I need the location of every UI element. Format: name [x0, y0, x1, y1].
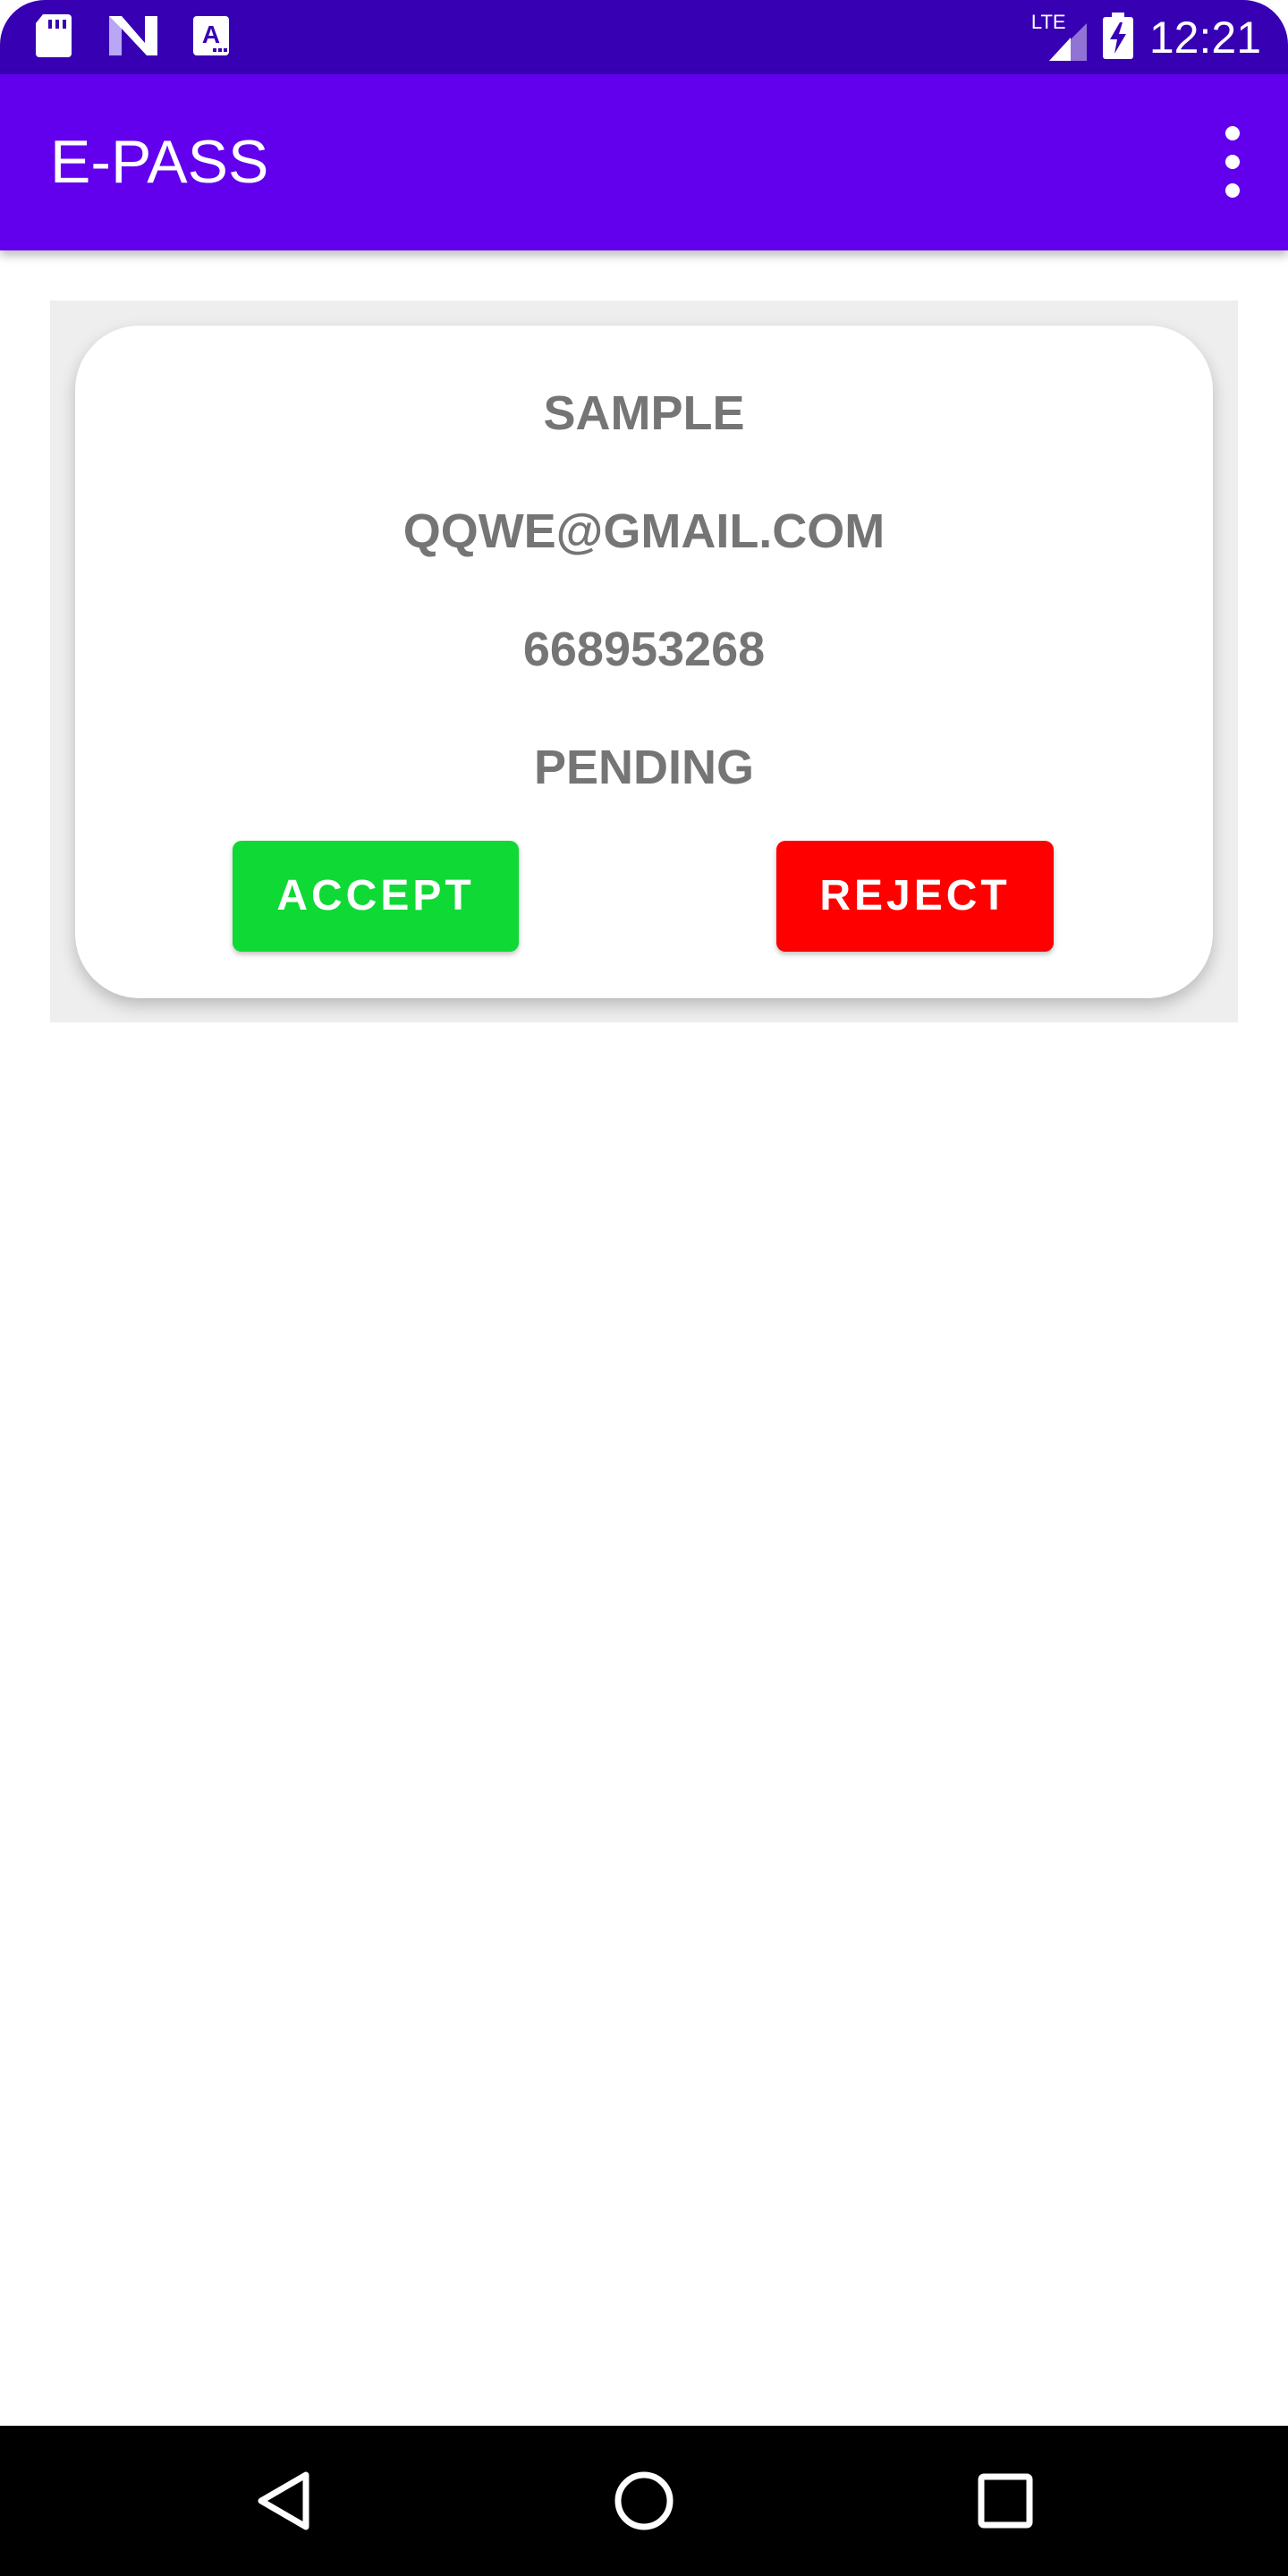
- sd-card-icon: [34, 13, 73, 62]
- status-bar: A LTE 12:21: [0, 0, 1288, 74]
- app-title: E-PASS: [50, 128, 269, 196]
- menu-dot: [1225, 126, 1240, 140]
- back-icon[interactable]: [209, 2426, 360, 2576]
- screen: A LTE 12:21 E-PASS SAMPLE QQWE@GMAIL.COM…: [0, 0, 1288, 2576]
- app-bar: E-PASS: [0, 74, 1288, 250]
- applicant-email: QQWE@GMAIL.COM: [402, 504, 886, 558]
- lte-signal-icon: LTE: [1031, 11, 1087, 61]
- status-time: 12:21: [1148, 13, 1261, 63]
- svg-text:A: A: [202, 21, 220, 48]
- request-list: SAMPLE QQWE@GMAIL.COM 668953268 PENDING …: [50, 301, 1238, 1022]
- font-a-icon: A: [193, 15, 229, 60]
- home-icon[interactable]: [569, 2426, 719, 2576]
- accept-button[interactable]: ACCEPT: [233, 841, 519, 952]
- request-status: PENDING: [533, 741, 755, 794]
- applicant-name: SAMPLE: [543, 386, 745, 440]
- recents-icon[interactable]: [930, 2426, 1080, 2576]
- status-left-icons: A: [34, 13, 229, 63]
- n-logo-icon: [109, 15, 157, 60]
- menu-dot: [1225, 155, 1240, 169]
- menu-dot: [1225, 183, 1240, 198]
- request-card: SAMPLE QQWE@GMAIL.COM 668953268 PENDING …: [75, 326, 1213, 998]
- battery-charging-icon: [1102, 12, 1133, 64]
- reject-button[interactable]: REJECT: [776, 841, 1054, 952]
- overflow-menu-icon[interactable]: [1213, 126, 1252, 198]
- navigation-bar: [0, 2426, 1288, 2576]
- applicant-phone: 668953268: [522, 623, 766, 676]
- status-right-icons: LTE 12:21: [1031, 9, 1261, 66]
